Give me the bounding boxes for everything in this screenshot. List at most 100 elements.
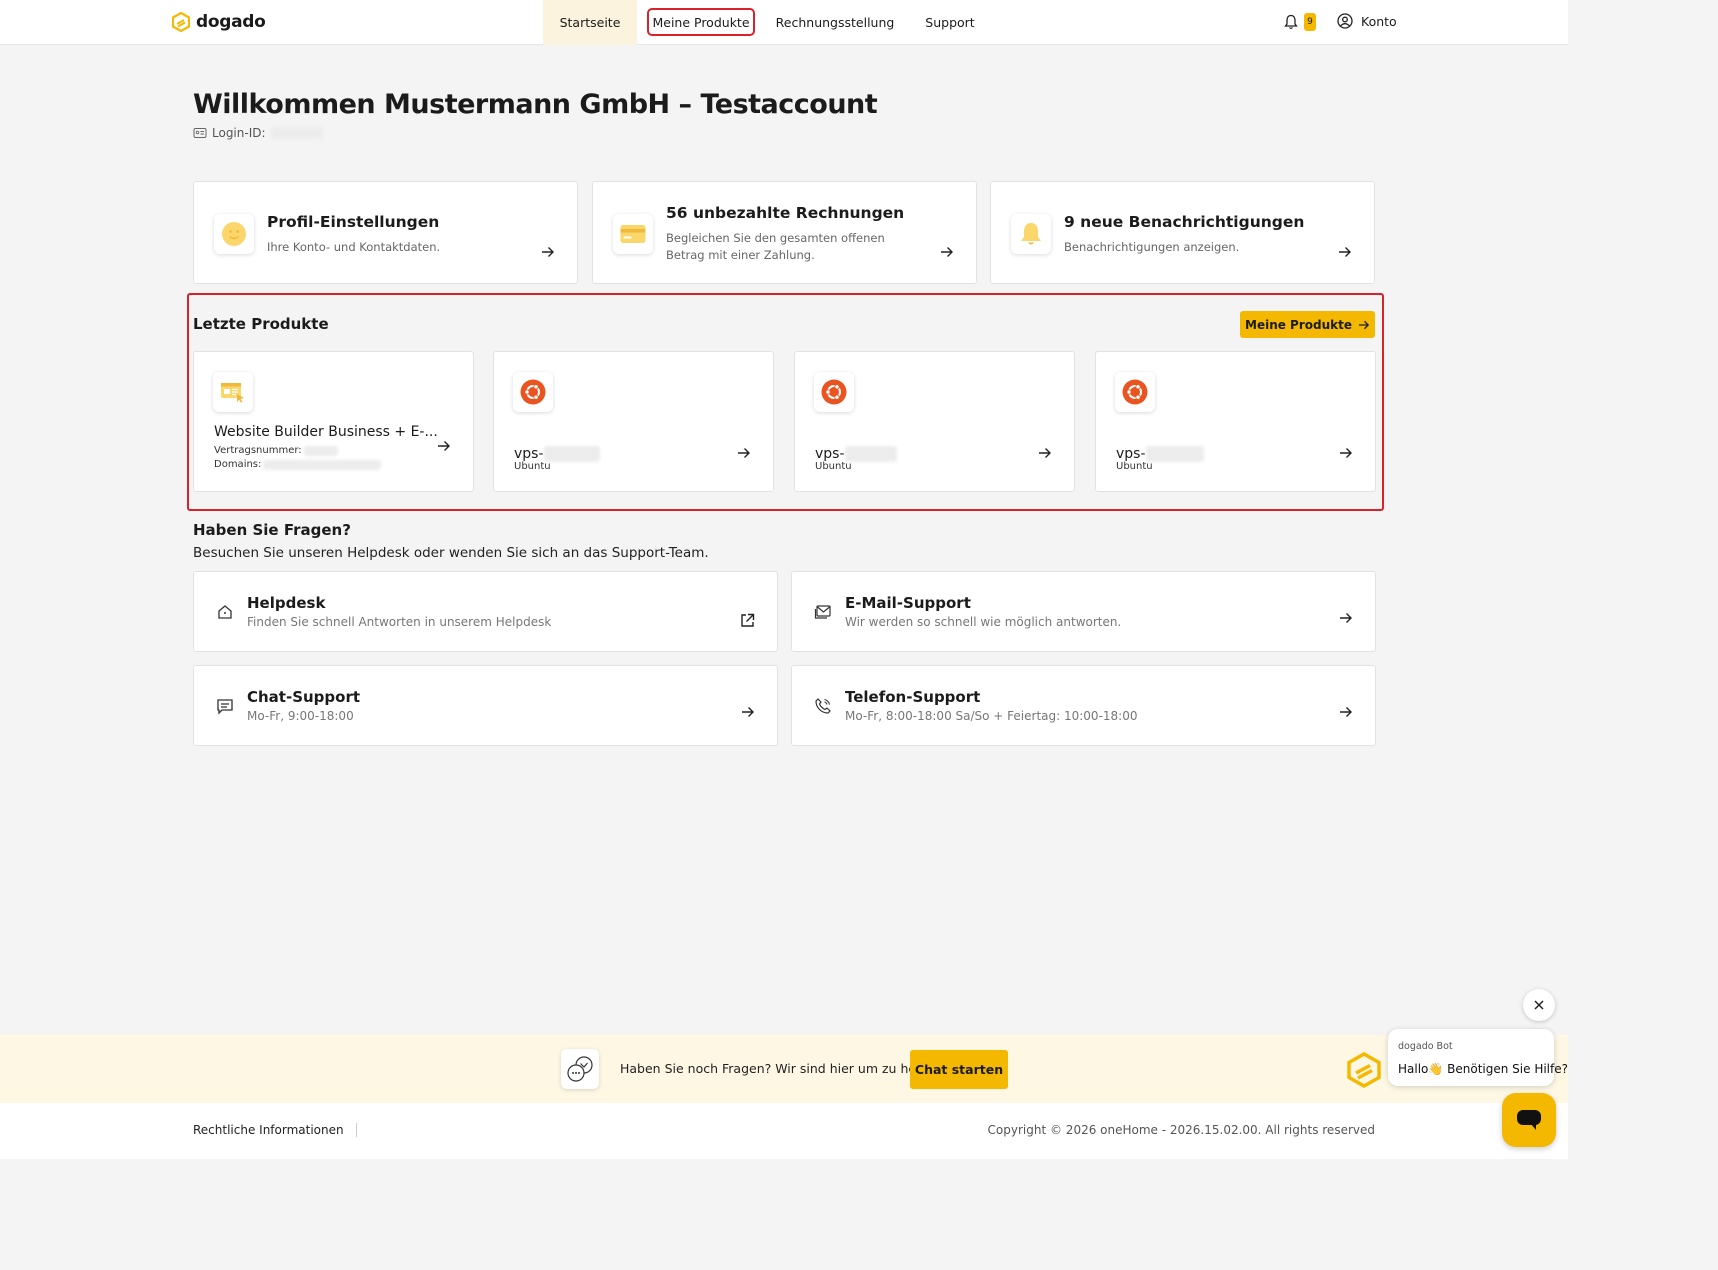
arrow-right-icon — [542, 247, 554, 257]
card-title: Profil-Einstellungen — [267, 213, 440, 231]
profile-settings-card[interactable]: Profil-Einstellungen Ihre Konto- und Kon… — [193, 181, 578, 284]
phone-support-card[interactable]: Telefon-Support Mo-Fr, 8:00-18:00 Sa/So … — [791, 665, 1376, 746]
mail-icon — [814, 605, 831, 619]
card-title: 56 unbezahlte Rechnungen — [666, 204, 905, 222]
external-link-icon — [741, 613, 755, 627]
domains-label: Domains: — [214, 459, 262, 470]
arrow-right-icon — [1340, 448, 1352, 458]
product-name: vps- — [514, 446, 600, 462]
credit-card-icon — [613, 214, 653, 254]
card-title: E-Mail-Support — [845, 594, 971, 612]
product-name-prefix: vps- — [1116, 446, 1146, 462]
contract-number: Vertragsnummer: — [214, 445, 338, 456]
login-id: Login-ID: — [193, 126, 323, 140]
card-subtitle: Wir werden so schnell wie möglich antwor… — [845, 615, 1122, 629]
chat-bubbles-icon — [561, 1049, 599, 1089]
close-icon — [1534, 1000, 1544, 1010]
card-subtitle: Finden Sie schnell Antworten in unserem … — [247, 615, 552, 629]
product-card-vps-3[interactable]: vps- Ubuntu — [1095, 351, 1376, 492]
arrow-right-icon — [1340, 613, 1352, 623]
user-circle-icon — [1337, 13, 1353, 29]
nav-startseite[interactable]: Startseite — [543, 0, 637, 45]
product-name-redacted — [844, 446, 897, 462]
arrow-right-icon — [742, 707, 754, 717]
bot-name: dogado Bot — [1398, 1041, 1453, 1052]
legal-info-link[interactable]: Rechtliche Informationen — [193, 1123, 357, 1137]
product-card-vps-1[interactable]: vps- Ubuntu — [493, 351, 774, 492]
product-name-prefix: vps- — [514, 446, 544, 462]
recent-products-title: Letzte Produkte — [193, 315, 329, 333]
arrow-right-icon — [941, 247, 953, 257]
card-subtitle: Begleichen Sie den gesamten offenen Betr… — [666, 231, 885, 262]
product-name-prefix: vps- — [815, 446, 845, 462]
unpaid-invoices-card[interactable]: 56 unbezahlte Rechnungen Begleichen Sie … — [592, 181, 977, 284]
bot-close-button[interactable] — [1523, 989, 1555, 1021]
questions-subtitle: Besuchen Sie unseren Helpdesk oder wende… — [193, 545, 709, 561]
dogado-bot-logo-icon — [1347, 1052, 1381, 1088]
helpdesk-card[interactable]: Helpdesk Finden Sie schnell Antworten in… — [193, 571, 778, 652]
product-os: Ubuntu — [1116, 461, 1153, 472]
chat-launcher-button[interactable] — [1502, 1093, 1556, 1147]
website-builder-icon — [213, 372, 253, 412]
arrow-right-icon — [1340, 707, 1352, 717]
product-name-redacted — [1145, 446, 1204, 462]
card-subtitle: Benachrichtigungen anzeigen. — [1064, 240, 1240, 254]
arrow-right-icon — [1039, 448, 1051, 458]
questions-title: Haben Sie Fragen? — [193, 521, 351, 539]
contract-number-label: Vertragsnummer: — [214, 445, 302, 456]
copyright: Copyright © 2026 oneHome - 2026.15.02.00… — [987, 1123, 1375, 1137]
product-name: vps- — [815, 446, 897, 462]
my-products-button[interactable]: Meine Produkte — [1240, 311, 1375, 338]
domains: Domains: — [214, 459, 382, 470]
my-products-button-label: Meine Produkte — [1245, 317, 1352, 332]
product-name-redacted — [543, 446, 600, 462]
account-label: Konto — [1361, 13, 1397, 29]
chat-banner-text: Haben Sie noch Fragen? Wir sind hier um … — [620, 1061, 944, 1076]
nav-meine-produkte[interactable]: Meine Produkte — [647, 8, 755, 36]
top-header: dogado Startseite Meine Produkte Rechnun… — [0, 0, 1568, 45]
card-title: Chat-Support — [247, 688, 361, 706]
card-subtitle: Mo-Fr, 9:00-18:00 — [247, 709, 354, 723]
page-title: Willkommen Mustermann GmbH – Testaccount — [193, 89, 878, 120]
card-subtitle: Ihre Konto- und Kontaktdaten. — [267, 240, 441, 254]
account-menu[interactable]: Konto — [1337, 13, 1397, 29]
login-id-label: Login-ID: — [212, 126, 266, 140]
home-icon — [218, 605, 232, 619]
notification-count-badge: 9 — [1304, 13, 1316, 31]
phone-icon — [815, 698, 831, 714]
product-os: Ubuntu — [815, 461, 852, 472]
product-name: vps- — [1116, 446, 1204, 462]
product-name: Website Builder Business + E-... — [214, 424, 438, 440]
card-title: 9 neue Benachrichtigungen — [1064, 213, 1305, 231]
card-title: Telefon-Support — [845, 688, 981, 706]
arrow-right-icon — [738, 448, 750, 458]
nav-support[interactable]: Support — [915, 0, 985, 45]
ubuntu-icon — [814, 372, 854, 412]
ubuntu-icon — [1115, 372, 1155, 412]
bot-message: Hallo👋 Benötigen Sie Hilfe? — [1398, 1062, 1568, 1076]
smiley-icon — [214, 214, 254, 254]
product-os: Ubuntu — [514, 461, 551, 472]
arrow-right-icon — [1359, 320, 1370, 329]
email-support-card[interactable]: E-Mail-Support Wir werden so schnell wie… — [791, 571, 1376, 652]
id-card-icon — [193, 128, 207, 138]
arrow-right-icon — [1339, 247, 1351, 257]
chat-support-card[interactable]: Chat-Support Mo-Fr, 9:00-18:00 — [193, 665, 778, 746]
contract-number-redacted — [303, 445, 338, 456]
card-subtitle: Mo-Fr, 8:00-18:00 Sa/So + Feiertag: 10:0… — [845, 709, 1138, 723]
chat-icon — [217, 699, 233, 715]
logo-text: dogado — [196, 12, 266, 32]
nav-rechnungsstellung[interactable]: Rechnungsstellung — [770, 0, 900, 45]
chat-start-button[interactable]: Chat starten — [910, 1050, 1008, 1089]
dogado-logo[interactable]: dogado — [172, 12, 266, 32]
chat-bubble-icon — [1517, 1110, 1541, 1130]
bot-message-bubble[interactable]: dogado Bot Hallo👋 Benötigen Sie Hilfe? — [1388, 1029, 1568, 1086]
product-card-vps-2[interactable]: vps- Ubuntu — [794, 351, 1075, 492]
notifications-card[interactable]: 9 neue Benachrichtigungen Benachrichtigu… — [990, 181, 1375, 284]
notification-bell-icon[interactable] — [1283, 14, 1299, 30]
arrow-right-icon — [438, 441, 450, 451]
product-card-website-builder[interactable]: Website Builder Business + E-... Vertrag… — [193, 351, 474, 492]
card-title: Helpdesk — [247, 594, 326, 612]
login-id-value-redacted — [270, 127, 323, 139]
ubuntu-icon — [513, 372, 553, 412]
